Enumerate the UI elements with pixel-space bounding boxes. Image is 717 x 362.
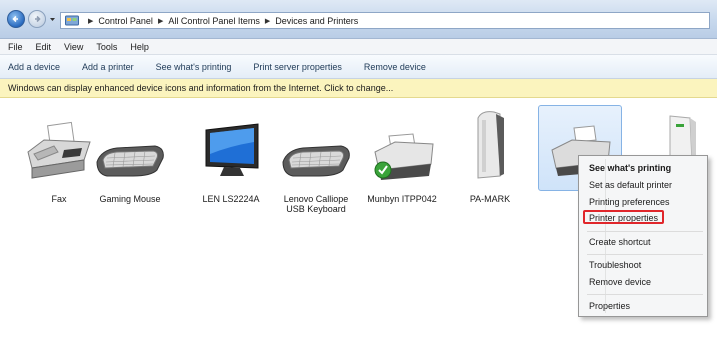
breadcrumb-control-panel[interactable]: Control Panel (98, 16, 153, 26)
see-whats-printing-button[interactable]: See what's printing (156, 62, 232, 72)
tower-drive-icon (477, 111, 504, 179)
menu-item-properties[interactable]: Properties (589, 301, 630, 311)
forward-button[interactable] (28, 10, 46, 28)
control-panel-icon (65, 15, 79, 26)
recent-pages-dropdown-icon[interactable] (49, 16, 56, 23)
menu-edit[interactable]: Edit (36, 42, 52, 52)
menu-bar: File Edit View Tools Help (0, 39, 717, 55)
address-toolbar: ▶ Control Panel ▶ All Control Panel Item… (0, 0, 717, 39)
printer-default-icon (374, 133, 434, 180)
monitor-icon (205, 123, 259, 176)
keyboard-icon (96, 145, 164, 177)
device-label: Fax (51, 194, 67, 204)
device-label: Gaming Mouse (99, 194, 161, 204)
keyboard-icon (282, 145, 350, 177)
info-bar[interactable]: Windows can display enhanced device icon… (0, 79, 717, 98)
breadcrumb-all-items[interactable]: All Control Panel Items (168, 16, 260, 26)
menu-separator (587, 294, 703, 295)
menu-separator (587, 231, 703, 232)
menu-item-printing-preferences[interactable]: Printing preferences (589, 197, 670, 207)
add-device-button[interactable]: Add a device (8, 62, 60, 72)
print-server-properties-button[interactable]: Print server properties (253, 62, 342, 72)
add-printer-button[interactable]: Add a printer (82, 62, 134, 72)
back-button[interactable] (7, 10, 25, 28)
back-arrow-icon (12, 15, 18, 23)
menu-item-create-shortcut[interactable]: Create shortcut (589, 237, 651, 247)
context-menu: See what's printing Set as default print… (578, 155, 708, 317)
menu-separator (587, 254, 703, 255)
command-bar: Add a device Add a printer See what's pr… (0, 55, 717, 79)
menu-help[interactable]: Help (130, 42, 149, 52)
menu-item-see-whats-printing[interactable]: See what's printing (589, 163, 671, 173)
menu-item-remove-device[interactable]: Remove device (589, 277, 651, 287)
device-label: Munbyn ITPP042 (367, 194, 437, 204)
menu-item-troubleshoot[interactable]: Troubleshoot (589, 260, 641, 270)
info-bar-text[interactable]: Windows can display enhanced device icon… (8, 83, 393, 93)
device-label: LEN LS2224A (202, 194, 260, 204)
device-label: PA-MARK (469, 194, 511, 204)
breadcrumb-devices-printers[interactable]: Devices and Printers (275, 16, 358, 26)
breadcrumb-separator: ▶ (88, 17, 94, 25)
menu-tools[interactable]: Tools (96, 42, 117, 52)
printer-properties-highlight-box (583, 210, 664, 224)
breadcrumb-separator[interactable]: ▶ (265, 17, 270, 25)
remove-device-button[interactable]: Remove device (364, 62, 426, 72)
forward-arrow-icon (35, 15, 41, 23)
menu-item-set-default-printer[interactable]: Set as default printer (589, 180, 672, 190)
menu-view[interactable]: View (64, 42, 83, 52)
menu-file[interactable]: File (8, 42, 23, 52)
device-label: Lenovo Calliope USB Keyboard (283, 194, 349, 214)
address-box[interactable]: ▶ Control Panel ▶ All Control Panel Item… (60, 12, 710, 29)
fax-icon (27, 121, 91, 179)
breadcrumb-separator[interactable]: ▶ (158, 17, 163, 25)
